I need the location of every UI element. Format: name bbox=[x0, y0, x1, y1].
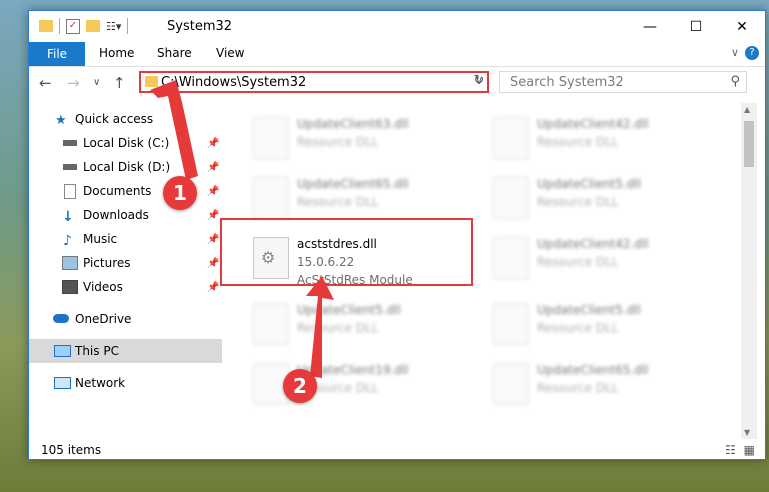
annotation-arrows bbox=[150, 80, 334, 378]
arrow-2 bbox=[306, 276, 334, 378]
arrow-1 bbox=[150, 80, 198, 180]
step-1-badge: 1 bbox=[163, 176, 197, 210]
step-2-badge: 2 bbox=[283, 369, 317, 403]
